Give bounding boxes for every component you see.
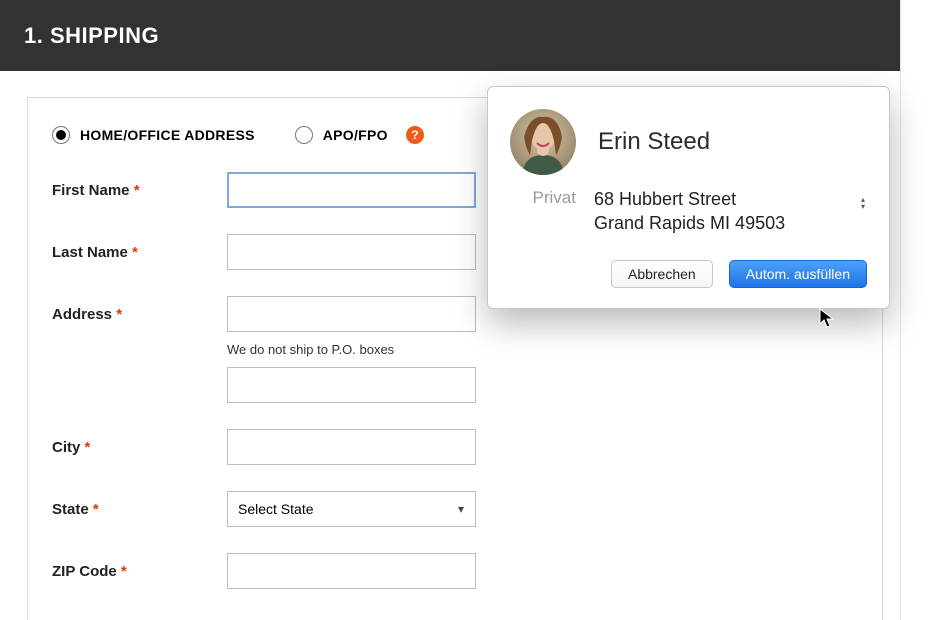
address-label-text: Address xyxy=(52,306,112,323)
required-mark: * xyxy=(132,244,138,261)
address-label: Address * xyxy=(52,306,227,323)
autofill-header: Erin Steed xyxy=(510,109,867,175)
required-mark: * xyxy=(93,501,99,518)
radio-home-office[interactable]: HOME/OFFICE ADDRESS xyxy=(52,126,255,144)
address-hint: We do not ship to P.O. boxes xyxy=(227,342,858,357)
required-mark: * xyxy=(116,306,122,323)
required-mark: * xyxy=(134,182,140,199)
first-name-input[interactable] xyxy=(227,172,476,208)
first-name-label-text: First Name xyxy=(52,182,130,199)
address-line-1: 68 Hubbert Street xyxy=(594,187,867,211)
required-mark: * xyxy=(121,563,127,580)
city-label: City * xyxy=(52,439,227,456)
last-name-label: Last Name * xyxy=(52,244,227,261)
state-select-wrapper: Select State ▾ xyxy=(227,491,476,527)
address-type-label: Privat xyxy=(514,187,576,236)
address-line2-input[interactable] xyxy=(227,367,476,403)
radio-apo-fpo-label: APO/FPO xyxy=(323,127,388,143)
popup-buttons: Abbrechen Autom. ausfüllen xyxy=(510,260,867,288)
row-address-2 xyxy=(52,367,858,403)
last-name-input[interactable] xyxy=(227,234,476,270)
first-name-label: First Name * xyxy=(52,182,227,199)
autofill-popup: Erin Steed Privat 68 Hubbert Street Gran… xyxy=(487,86,890,309)
page-title: 1. SHIPPING xyxy=(24,23,159,49)
required-mark: * xyxy=(85,439,91,456)
avatar-image xyxy=(510,109,576,175)
city-input[interactable] xyxy=(227,429,476,465)
row-zip: ZIP Code * xyxy=(52,553,858,589)
address-line1-input[interactable] xyxy=(227,296,476,332)
address-line-2: Grand Rapids MI 49503 xyxy=(594,211,867,235)
city-label-text: City xyxy=(52,439,80,456)
contact-name: Erin Steed xyxy=(598,128,710,156)
address-block: Privat 68 Hubbert Street Grand Rapids MI… xyxy=(514,187,867,236)
radio-apo-fpo[interactable]: APO/FPO xyxy=(295,126,388,144)
radio-home-office-label: HOME/OFFICE ADDRESS xyxy=(80,127,255,143)
chevron-down-icon: ▾ xyxy=(861,204,865,210)
radio-home-office-indicator xyxy=(52,126,70,144)
address-stepper[interactable]: ▴ ▾ xyxy=(861,197,865,210)
autofill-button[interactable]: Autom. ausfüllen xyxy=(729,260,867,288)
state-label-text: State xyxy=(52,501,89,518)
row-state: State * Select State ▾ xyxy=(52,491,858,527)
zip-input[interactable] xyxy=(227,553,476,589)
radio-apo-fpo-indicator xyxy=(295,126,313,144)
address-lines: 68 Hubbert Street Grand Rapids MI 49503 xyxy=(594,187,867,236)
zip-label: ZIP Code * xyxy=(52,563,227,580)
state-select[interactable]: Select State xyxy=(227,491,476,527)
cancel-button[interactable]: Abbrechen xyxy=(611,260,713,288)
help-icon[interactable]: ? xyxy=(406,126,424,144)
header-bar: 1. SHIPPING xyxy=(0,0,900,71)
state-label: State * xyxy=(52,501,227,518)
row-city: City * xyxy=(52,429,858,465)
avatar xyxy=(510,109,576,175)
zip-label-text: ZIP Code xyxy=(52,563,117,580)
last-name-label-text: Last Name xyxy=(52,244,128,261)
